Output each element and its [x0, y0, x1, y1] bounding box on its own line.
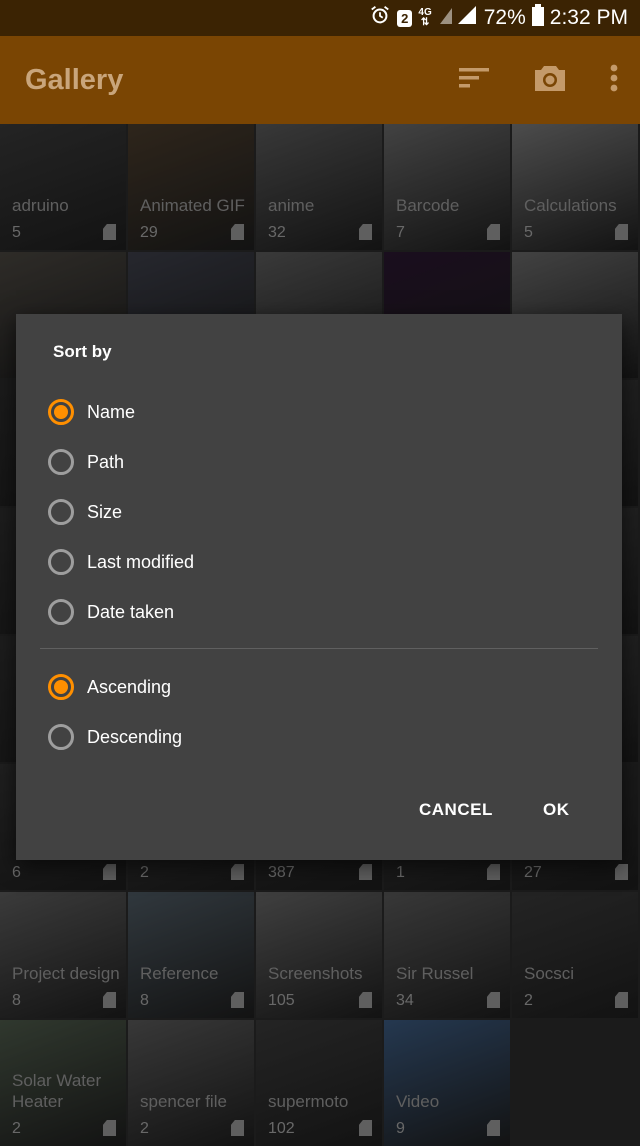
dialog-title: Sort by	[53, 342, 112, 361]
radio-date-taken[interactable]	[48, 599, 74, 625]
sort-option-label: Last modified	[87, 551, 195, 572]
radio-last-modified[interactable]	[48, 549, 74, 575]
sort-option-path[interactable]: Path	[48, 442, 124, 482]
ok-button[interactable]: OK	[543, 800, 570, 820]
sort-dialog: Sort by Name Path Size Last modified Dat…	[16, 314, 622, 860]
order-option-label: Ascending	[87, 676, 172, 697]
radio-path[interactable]	[48, 449, 74, 475]
cancel-button[interactable]: CANCEL	[419, 800, 493, 820]
sort-option-label: Size	[87, 501, 123, 522]
sort-option-date-taken[interactable]: Date taken	[48, 592, 174, 632]
radio-size[interactable]	[48, 499, 74, 525]
sort-option-label: Path	[87, 451, 125, 472]
order-option-ascending[interactable]: Ascending	[48, 667, 171, 707]
order-option-label: Descending	[87, 726, 183, 747]
radio-descending[interactable]	[48, 724, 74, 750]
sort-option-size[interactable]: Size	[48, 492, 122, 532]
radio-name[interactable]	[48, 399, 74, 425]
sort-option-last-modified[interactable]: Last modified	[48, 542, 194, 582]
radio-ascending[interactable]	[48, 674, 74, 700]
sort-option-name[interactable]: Name	[48, 392, 135, 432]
order-option-descending[interactable]: Descending	[48, 717, 182, 757]
sort-option-label: Name	[87, 401, 136, 422]
sort-option-label: Date taken	[87, 601, 175, 622]
dialog-divider	[40, 648, 598, 649]
